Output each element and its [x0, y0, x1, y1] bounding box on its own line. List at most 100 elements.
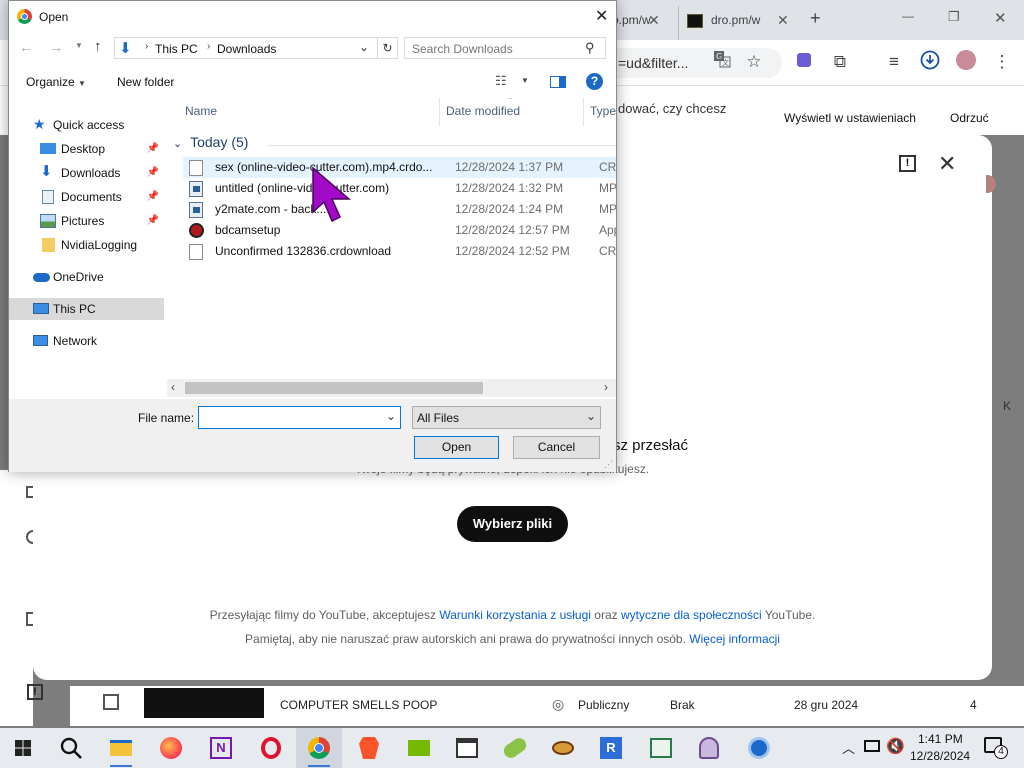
tray-time[interactable]: 1:41 PM [918, 732, 963, 746]
close-tab-icon[interactable]: ✕ [777, 6, 789, 34]
tray-date[interactable]: 12/28/2024 [910, 749, 970, 763]
view-options-icon[interactable]: ☷ [495, 73, 507, 89]
search-input[interactable]: Search Downloads [412, 42, 513, 56]
eye-taskbar-icon[interactable] [540, 728, 586, 768]
opera-taskbar-icon[interactable] [248, 728, 294, 768]
file-row[interactable]: Unconfirmed 132836.crdownload 12/28/2024… [183, 241, 616, 262]
search-box[interactable]: Search Downloads ⚲ [404, 37, 606, 59]
nav-desktop[interactable]: Desktop 📌 [9, 138, 165, 160]
nav-pictures[interactable]: Pictures 📌 [9, 210, 165, 232]
back-arrow-icon[interactable]: ← [19, 39, 33, 55]
breadcrumb-downloads[interactable]: Downloads [217, 42, 276, 56]
cloud-icon [33, 273, 50, 282]
nav-documents[interactable]: Documents 📌 [9, 186, 165, 208]
extension-icon[interactable] [792, 50, 816, 74]
menu-dots-icon[interactable]: ⋮ [990, 50, 1014, 74]
volume-muted-icon[interactable]: 🔇 [886, 737, 905, 755]
dismiss-button[interactable]: Odrzuć [950, 111, 989, 125]
search-button[interactable] [48, 728, 94, 768]
video-table-row[interactable]: COMPUTER SMELLS POOP ◎ Publiczny Brak 28… [70, 686, 1024, 726]
nav-label: Pictures [61, 214, 105, 228]
file-type-select[interactable]: All Files ⌄ [412, 406, 601, 429]
cancel-button[interactable]: Cancel [513, 436, 600, 459]
row-checkbox[interactable] [103, 694, 119, 710]
download-icon[interactable] [918, 50, 942, 74]
breadcrumb-this-pc[interactable]: This PC [155, 42, 198, 56]
extensions-puzzle-icon[interactable]: ⧉ [828, 50, 852, 74]
file-row[interactable]: bdcamsetup 12/28/2024 12:57 PM Appli [183, 220, 616, 241]
file-row[interactable]: untitled (online-video-cutter.com) 12/28… [183, 178, 616, 199]
column-type[interactable]: Type [584, 98, 616, 126]
network-tray-icon[interactable] [864, 740, 880, 752]
guidelines-link[interactable]: wytyczne dla społeczności [621, 608, 762, 622]
file-row[interactable]: y2mate.com - back... 12/28/2024 1:24 PM … [183, 199, 616, 220]
view-dropdown-icon[interactable]: ▼ [521, 76, 529, 85]
file-explorer-taskbar-icon[interactable] [98, 728, 144, 768]
file-name-dropdown-icon[interactable]: ⌄ [386, 409, 396, 423]
new-folder-button[interactable]: New folder [117, 75, 174, 89]
horizontal-scrollbar[interactable]: ‹ › [167, 379, 616, 397]
chrome-taskbar-icon[interactable] [296, 728, 342, 768]
address-breadcrumb[interactable]: ⬇ › This PC › Downloads ⌄ ↻ [114, 37, 398, 59]
brave-taskbar-icon[interactable] [346, 728, 392, 768]
scroll-left-icon[interactable]: ‹ [171, 380, 175, 394]
terms-link[interactable]: Warunki korzystania z usługi [439, 608, 591, 622]
bookmark-star-icon[interactable]: ☆ [742, 50, 766, 74]
ghost-taskbar-icon[interactable] [686, 728, 732, 768]
group-header[interactable]: ⌄ Today (5) [173, 134, 248, 150]
close-window-button[interactable]: ✕ [994, 9, 1007, 27]
nav-downloads[interactable]: ⬇ Downloads 📌 [9, 162, 165, 184]
up-arrow-icon[interactable]: ↑ [94, 38, 102, 55]
dialog-close-button[interactable]: ✕ [595, 6, 608, 26]
close-tab-icon[interactable]: ✕ [648, 6, 660, 34]
organize-button[interactable]: Organize ▼ [26, 75, 86, 89]
peas-taskbar-icon[interactable] [492, 728, 538, 768]
nav-label: Documents [61, 190, 122, 204]
refresh-icon[interactable]: ↻ [377, 38, 397, 58]
new-tab-button[interactable]: + [810, 8, 821, 29]
restore-button[interactable]: ❐ [948, 9, 960, 25]
file-name-input[interactable]: ⌄ [198, 406, 401, 429]
recent-dropdown-icon[interactable]: ▼ [75, 41, 83, 50]
scroll-right-icon[interactable]: › [604, 380, 608, 394]
nav-quick-access[interactable]: ★ Quick access [9, 114, 165, 136]
show-hidden-icons-icon[interactable]: ︿ [842, 738, 855, 757]
minimize-button[interactable]: — [902, 9, 914, 23]
tab-2[interactable]: dro.pm/w ✕ [678, 6, 798, 40]
nav-network[interactable]: Network [9, 330, 165, 352]
translate-icon[interactable]: G文 [710, 50, 734, 74]
firefox-taskbar-icon[interactable] [148, 728, 194, 768]
shield-taskbar-icon[interactable] [736, 728, 782, 768]
profile-avatar[interactable] [954, 50, 978, 74]
feedback-icon[interactable]: ! [27, 684, 43, 700]
more-info-link[interactable]: Więcej informacji [689, 632, 780, 646]
select-files-button[interactable]: Wybierz pliki [457, 506, 568, 542]
media-control-icon[interactable]: ≡ [882, 50, 906, 74]
nav-label: Downloads [61, 166, 121, 180]
notification-center-icon[interactable]: 4 [984, 737, 1008, 759]
scroll-thumb[interactable] [185, 382, 483, 394]
nav-this-pc[interactable]: This PC [9, 298, 164, 320]
nvidia-taskbar-icon[interactable] [396, 728, 442, 768]
nav-onedrive[interactable]: OneDrive [9, 266, 165, 288]
address-dropdown-icon[interactable]: ⌄ [359, 40, 369, 54]
show-in-settings-button[interactable]: Wyświetl w ustawieniach [784, 111, 916, 125]
file-row[interactable]: sex (online-video-cutter.com).mp4.crdo..… [183, 157, 616, 178]
video-title[interactable]: COMPUTER SMELLS POOP [280, 698, 437, 712]
network-tool-taskbar-icon[interactable] [638, 728, 684, 768]
calendar-taskbar-icon[interactable] [444, 728, 490, 768]
column-name[interactable]: Name [167, 98, 440, 126]
remote-taskbar-icon[interactable]: R [588, 728, 634, 768]
close-modal-icon[interactable]: ✕ [938, 151, 956, 177]
preview-pane-icon[interactable] [550, 76, 566, 88]
help-icon[interactable]: ? [586, 73, 603, 90]
onenote-taskbar-icon[interactable]: N [198, 728, 244, 768]
start-button[interactable] [0, 728, 46, 768]
feedback-icon[interactable]: ! [899, 155, 916, 172]
open-button[interactable]: Open [414, 436, 499, 459]
resize-grip-icon[interactable]: ⋰ [604, 459, 613, 470]
column-date[interactable]: Date modified [440, 98, 584, 126]
nav-nvidialogging[interactable]: NvidiaLogging [9, 234, 165, 256]
video-thumbnail[interactable] [144, 688, 264, 718]
forward-arrow-icon[interactable]: → [49, 39, 63, 55]
